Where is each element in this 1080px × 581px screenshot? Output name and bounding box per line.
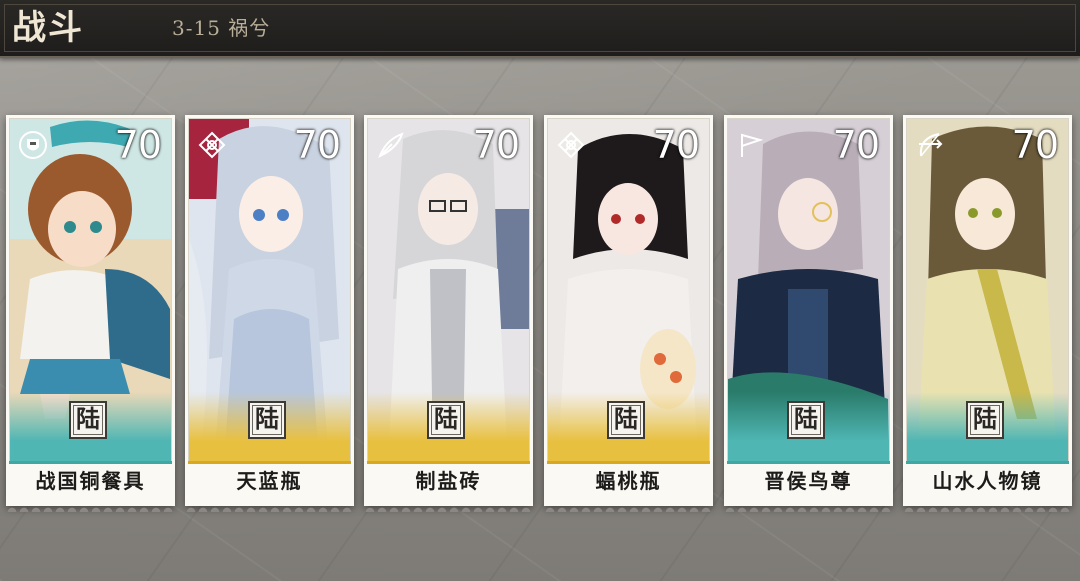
level-number: 70 xyxy=(652,123,700,167)
terrain-badge: 陆 xyxy=(69,401,107,439)
stage-label: 3-15 祸兮 xyxy=(172,16,271,40)
character-card[interactable]: 70 陆 制盐砖 xyxy=(364,115,533,512)
character-card[interactable]: 70 陆 蝠桃瓶 xyxy=(544,115,713,512)
level-number: 70 xyxy=(472,123,520,167)
ticket-perforation xyxy=(903,502,1072,512)
ticket-perforation xyxy=(724,502,893,512)
name-strip: 天蓝瓶 xyxy=(185,464,354,512)
ticket-perforation xyxy=(364,502,533,512)
terrain-badge: 陆 xyxy=(248,401,286,439)
terrain-badge: 陆 xyxy=(607,401,645,439)
character-name: 山水人物镜 xyxy=(932,469,1043,493)
knot-icon xyxy=(557,131,585,159)
character-name: 战国铜餐具 xyxy=(35,469,146,493)
page-title: 战斗 xyxy=(12,8,84,48)
ticket-perforation xyxy=(544,502,713,512)
shield-icon xyxy=(19,131,47,159)
name-strip: 蝠桃瓶 xyxy=(544,464,713,512)
name-strip: 晋侯鸟尊 xyxy=(724,464,893,512)
name-strip: 战国铜餐具 xyxy=(6,464,175,512)
character-name: 天蓝瓶 xyxy=(236,469,303,493)
character-card[interactable]: 70 陆 天蓝瓶 xyxy=(185,115,354,512)
character-card[interactable]: 70 陆 晋侯鸟尊 xyxy=(724,115,893,512)
character-card[interactable]: 70 陆 山水人物镜 xyxy=(903,115,1072,512)
knot-icon xyxy=(198,131,226,159)
character-name: 晋侯鸟尊 xyxy=(764,469,853,493)
ticket-perforation xyxy=(185,502,354,512)
flag-icon xyxy=(741,133,764,157)
name-strip: 制盐砖 xyxy=(364,464,533,512)
ticket-perforation xyxy=(6,502,175,512)
bow-icon xyxy=(919,133,943,157)
terrain-badge: 陆 xyxy=(966,401,1004,439)
character-card[interactable]: 70 陆 战国铜餐具 xyxy=(6,115,175,512)
level-number: 70 xyxy=(832,123,880,167)
top-bar: 战斗 3-15 祸兮 xyxy=(0,0,1080,58)
level-number: 70 xyxy=(114,123,162,167)
quill-icon xyxy=(378,132,404,159)
character-name: 制盐砖 xyxy=(415,469,482,493)
terrain-badge: 陆 xyxy=(787,401,825,439)
level-number: 70 xyxy=(293,123,341,167)
level-number: 70 xyxy=(1011,123,1059,167)
character-name: 蝠桃瓶 xyxy=(595,469,662,493)
name-strip: 山水人物镜 xyxy=(903,464,1072,512)
terrain-badge: 陆 xyxy=(427,401,465,439)
